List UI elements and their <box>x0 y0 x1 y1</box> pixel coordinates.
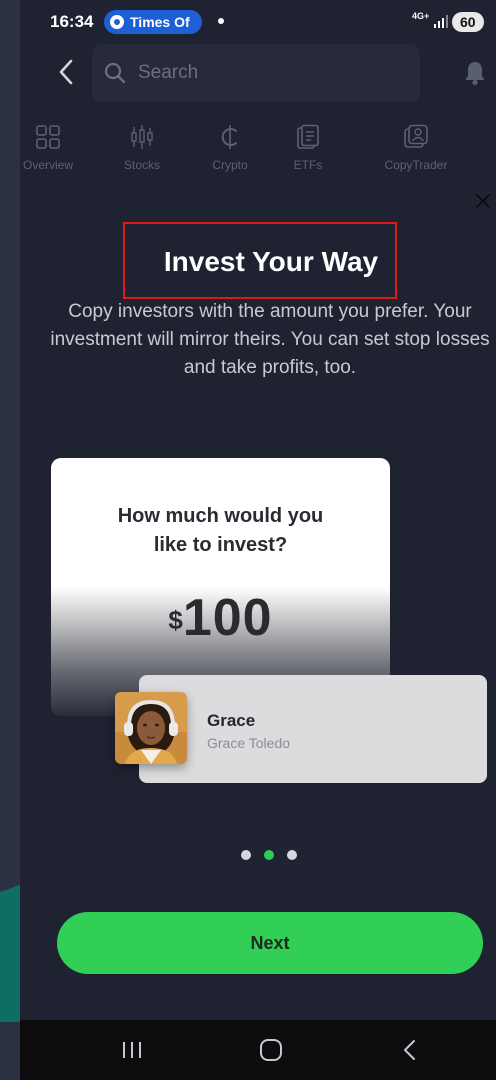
tab-label: ETFs <box>293 158 323 172</box>
invest-amount: $100 <box>51 588 390 648</box>
candlestick-icon <box>131 125 153 149</box>
back-arrow-icon[interactable] <box>56 58 76 86</box>
amount-value: 100 <box>182 589 273 647</box>
category-tabs: Overview Stocks Crypto ETFs CopyTrader <box>20 124 496 180</box>
tab-crypto[interactable]: Crypto <box>192 124 268 172</box>
tab-label: Crypto <box>212 158 248 172</box>
recent-apps-icon[interactable] <box>120 1036 144 1064</box>
next-button[interactable]: Next <box>57 912 483 974</box>
invest-question: How much would you like to invest? <box>117 505 324 556</box>
pager-dot-active[interactable] <box>264 850 274 860</box>
document-icon <box>297 124 319 149</box>
status-bar: 16:34 Times Of 4G+ 60 <box>20 0 496 44</box>
home-icon[interactable] <box>258 1036 284 1064</box>
investor-full-name: Grace Toledo <box>207 735 291 751</box>
crypto-icon <box>221 125 237 149</box>
system-back-icon[interactable] <box>400 1036 420 1064</box>
tab-stocks[interactable]: Stocks <box>104 124 180 172</box>
pager-dot[interactable] <box>287 850 297 860</box>
pager-dots <box>241 850 297 860</box>
notification-pill[interactable]: Times Of <box>104 10 202 34</box>
status-time: 16:34 <box>50 12 94 31</box>
onboarding-title: Invest Your Way <box>163 246 379 277</box>
onboarding-description: Copy investors with the amount you prefe… <box>50 301 490 378</box>
background-strip <box>0 0 20 1080</box>
search-bar[interactable]: Search <box>92 44 420 102</box>
copytrader-icon <box>404 124 428 148</box>
grid-icon <box>36 125 60 149</box>
record-icon <box>110 15 124 29</box>
currency-symbol: $ <box>168 605 183 635</box>
close-icon[interactable] <box>474 192 492 210</box>
tab-copytrader[interactable]: CopyTrader <box>368 124 464 172</box>
network-type: 4G+ <box>412 11 430 21</box>
investor-photo <box>115 692 187 764</box>
background-accent <box>0 862 20 1022</box>
tab-label: CopyTrader <box>384 158 448 172</box>
notification-pill-label: Times Of <box>130 14 190 30</box>
onboarding-panel: 16:34 Times Of 4G+ 60 Search Overview St… <box>20 0 496 1020</box>
signal-icon <box>434 14 448 28</box>
tab-label: Stocks <box>123 158 160 172</box>
search-input[interactable]: Search <box>138 62 198 84</box>
bell-icon[interactable] <box>464 60 486 86</box>
tab-label: Overview <box>22 158 73 172</box>
system-nav-bar <box>20 1020 496 1080</box>
notification-dot-icon <box>218 18 224 24</box>
search-icon <box>104 62 126 84</box>
tab-etfs[interactable]: ETFs <box>270 124 346 172</box>
tab-overview[interactable]: Overview <box>20 124 86 172</box>
avatar <box>115 692 187 764</box>
investor-card: Grace Grace Toledo <box>139 675 487 783</box>
investor-name: Grace <box>207 711 256 730</box>
pager-dot[interactable] <box>241 850 251 860</box>
battery-indicator: 60 <box>452 12 484 32</box>
